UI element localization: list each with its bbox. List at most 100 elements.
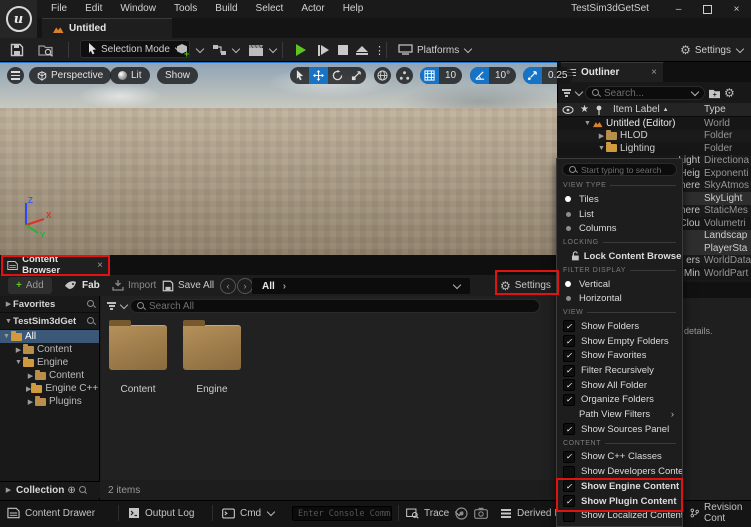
expand-arrow-icon[interactable]: ▶ <box>4 486 13 494</box>
add-collection-icon[interactable]: ⊕ <box>67 485 75 496</box>
tree-item-engine-content[interactable]: ▶ Content <box>0 369 99 382</box>
project-header[interactable]: ▼ TestSim3dGet <box>0 313 99 330</box>
content-browser-settings-button[interactable]: ⚙ Settings <box>500 277 551 294</box>
star-icon[interactable]: ★ <box>580 104 589 115</box>
add-actor-dropdown[interactable]: + <box>176 40 205 60</box>
close-button[interactable]: × <box>722 0 751 18</box>
scale-snap-value[interactable]: 0.25 <box>542 70 573 81</box>
skip-button[interactable] <box>318 40 329 60</box>
tree-item-plugins[interactable]: ▶ Plugins <box>0 395 99 408</box>
expand-arrow-icon[interactable]: ▶ <box>26 398 35 406</box>
collapse-arrow-icon[interactable]: ▼ <box>14 359 23 366</box>
tab-content-browser[interactable]: Content Browser × <box>2 254 108 276</box>
menu-item-path-view-filters[interactable]: Path View Filters › <box>557 407 682 422</box>
expand-arrow-icon[interactable]: ▶ <box>4 300 13 308</box>
menu-edit[interactable]: Edit <box>76 0 111 18</box>
chevron-down-icon[interactable] <box>452 280 462 289</box>
scale-tool-button[interactable] <box>347 67 366 84</box>
browse-content-button[interactable] <box>38 40 54 60</box>
menu-tools[interactable]: Tools <box>165 0 206 18</box>
menu-help[interactable]: Help <box>334 0 373 18</box>
add-button[interactable]: + Add <box>8 277 52 294</box>
lit-dropdown[interactable]: Lit <box>110 67 150 84</box>
outliner-row-lighting[interactable]: ▼ Lighting Folder <box>557 142 751 155</box>
expand-arrow-icon[interactable]: ▶ <box>26 372 35 380</box>
viewport-options-button[interactable] <box>7 67 24 84</box>
menu-item-list[interactable]: List <box>557 207 682 222</box>
eject-button[interactable] <box>356 40 368 60</box>
menu-build[interactable]: Build <box>206 0 246 18</box>
menu-item-show-plugin-content[interactable]: ✓ Show Plugin Content <box>557 494 682 509</box>
menu-item-show-empty-folders[interactable]: ✓ Show Empty Folders <box>557 334 682 349</box>
close-icon[interactable]: × <box>651 67 657 78</box>
item-label-column-header[interactable]: Item Label <box>613 104 660 115</box>
outliner-settings-icon[interactable]: ⚙ <box>724 87 735 99</box>
menu-item-show-engine-content[interactable]: ✓ Show Engine Content <box>557 479 682 494</box>
type-column-header[interactable]: Type <box>704 104 726 115</box>
tree-item-engine-cpp[interactable]: ▶ Engine C++ Cla <box>0 382 99 395</box>
menu-file[interactable]: File <box>42 0 76 18</box>
save-all-button[interactable]: Save All <box>162 277 214 294</box>
tab-untitled[interactable]: Untitled <box>42 18 172 38</box>
play-options-button[interactable]: ⋮ <box>374 40 385 60</box>
insights-button[interactable] <box>455 504 468 522</box>
search-icon[interactable] <box>87 300 95 308</box>
filter-icon[interactable] <box>562 89 571 97</box>
editor-settings-dropdown[interactable]: ⚙ Settings <box>680 40 745 60</box>
menu-item-horizontal[interactable]: Horizontal <box>557 291 682 306</box>
menu-item-show-favorites[interactable]: ✓ Show Favorites <box>557 349 682 364</box>
eye-icon[interactable] <box>562 105 574 114</box>
world-coordinate-button[interactable] <box>374 67 391 84</box>
rotate-tool-button[interactable] <box>328 67 347 84</box>
outliner-row-hlod[interactable]: ▶ HLOD Folder <box>557 129 751 142</box>
outliner-row-world[interactable]: ▼ Untitled (Editor) World <box>557 117 751 130</box>
menu-item-vertical[interactable]: Vertical <box>557 277 682 292</box>
show-dropdown[interactable]: Show <box>157 67 199 84</box>
console-command-input[interactable]: Enter Console Command <box>292 506 392 521</box>
collapse-arrow-icon[interactable]: ▼ <box>597 145 606 152</box>
perspective-dropdown[interactable]: Perspective <box>29 67 112 84</box>
chevron-down-icon[interactable] <box>574 87 584 96</box>
expand-arrow-icon[interactable]: ▶ <box>14 346 23 354</box>
rotation-snap-button[interactable] <box>470 67 489 84</box>
stop-button[interactable] <box>338 40 348 60</box>
menu-item-show-all-folder[interactable]: ✓ Show All Folder <box>557 378 682 393</box>
save-button[interactable] <box>10 40 24 60</box>
menu-search-input[interactable]: Start typing to search <box>562 163 677 176</box>
menu-item-show-folders[interactable]: ✓ Show Folders <box>557 319 682 334</box>
outliner-search-input[interactable]: Search... <box>585 86 705 100</box>
menu-item-show-sources-panel[interactable]: ✓ Show Sources Panel <box>557 422 682 437</box>
search-icon[interactable] <box>87 317 95 325</box>
collapse-arrow-icon[interactable]: ▼ <box>4 318 13 325</box>
cinematics-dropdown[interactable] <box>248 40 278 60</box>
tree-item-engine[interactable]: ▼ Engine <box>0 356 99 369</box>
fab-button[interactable]: Fab <box>64 277 100 294</box>
revision-control-button[interactable]: Revision Cont <box>690 502 751 524</box>
tab-outliner[interactable]: Outliner × <box>561 62 663 82</box>
new-folder-icon[interactable]: + <box>708 88 721 99</box>
menu-item-organize-folders[interactable]: ✓ Organize Folders <box>557 393 682 408</box>
scale-snap-button[interactable] <box>523 67 542 84</box>
cmd-dropdown[interactable]: Cmd <box>222 504 276 522</box>
chevron-down-icon[interactable] <box>119 300 129 309</box>
tree-item-all[interactable]: ▼ All <box>0 330 99 343</box>
grid-snap-value[interactable]: 10 <box>439 70 462 81</box>
menu-item-columns[interactable]: Columns <box>557 221 682 236</box>
maximize-button[interactable] <box>693 0 722 18</box>
asset-folder-engine[interactable]: Engine <box>177 320 247 395</box>
collapse-arrow-icon[interactable]: ▼ <box>2 333 11 340</box>
asset-folder-content[interactable]: Content <box>103 320 173 395</box>
menu-item-show-cpp-classes[interactable]: ✓ Show C++ Classes <box>557 450 682 465</box>
breadcrumb-bar[interactable]: All › <box>252 278 470 294</box>
menu-item-show-localized-content[interactable]: ✓Show Localized Content <box>557 508 682 523</box>
transform-gizmo[interactable]: Z X Y <box>16 195 58 239</box>
menu-window[interactable]: Window <box>111 0 165 18</box>
forward-button[interactable]: › <box>237 277 253 294</box>
output-log-button[interactable]: Output Log <box>128 504 194 522</box>
select-tool-button[interactable] <box>290 67 309 84</box>
filter-icon[interactable] <box>107 302 116 310</box>
minimize-button[interactable]: – <box>664 0 693 18</box>
selection-mode-dropdown[interactable]: Selection Mode <box>80 40 190 58</box>
tree-item-content[interactable]: ▶ Content <box>0 343 99 356</box>
move-tool-button[interactable] <box>309 67 328 84</box>
